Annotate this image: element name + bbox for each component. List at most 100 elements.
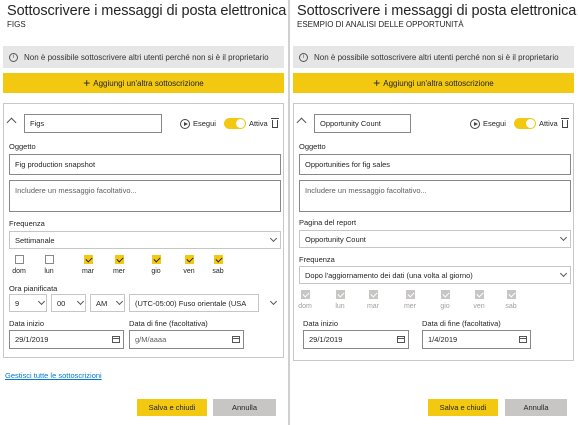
day-label: dom bbox=[298, 303, 312, 310]
subject-label: Oggetto bbox=[9, 142, 36, 151]
day-wednesday: mer bbox=[395, 290, 425, 310]
day-label: mar bbox=[81, 268, 95, 275]
add-subscription-button[interactable]: + Aggiungi un'altra sottoscrizione bbox=[3, 73, 284, 93]
cancel-button[interactable]: Annulla bbox=[213, 399, 276, 416]
day-checkbox[interactable] bbox=[151, 255, 161, 264]
day-friday: ven bbox=[464, 290, 494, 310]
run-now-button[interactable]: Esegui bbox=[193, 119, 216, 128]
end-date-placeholder: g/M/aaaa bbox=[135, 335, 167, 344]
day-checkbox[interactable] bbox=[184, 255, 194, 264]
day-label: mer bbox=[403, 303, 417, 310]
day-sunday: dom bbox=[290, 290, 320, 310]
day-label: lun bbox=[44, 268, 54, 275]
frequency-label: Frequenza bbox=[299, 255, 335, 264]
subscribe-panel-opportunity: Sottoscrivere i messaggi di posta elettr… bbox=[290, 0, 578, 425]
plus-icon: + bbox=[83, 76, 91, 90]
calendar-icon[interactable] bbox=[112, 336, 120, 343]
day-label: gio bbox=[440, 303, 450, 310]
day-checkbox bbox=[368, 290, 378, 299]
day-monday: lun bbox=[325, 290, 355, 310]
report-page-label: Pagina del report bbox=[299, 218, 357, 227]
day-monday[interactable]: lun bbox=[34, 255, 64, 275]
scheduled-time-label: Ora pianificata bbox=[9, 284, 58, 293]
message-textarea[interactable]: Includere un messaggio facoltativo... bbox=[299, 180, 571, 212]
day-saturday[interactable]: sab bbox=[203, 255, 233, 275]
day-checkbox[interactable] bbox=[14, 255, 24, 264]
info-icon: i bbox=[9, 52, 18, 62]
day-checkbox bbox=[300, 290, 310, 299]
day-thursday[interactable]: gio bbox=[141, 255, 171, 275]
day-checkbox bbox=[405, 290, 415, 299]
subject-input[interactable]: Opportunities for fig sales bbox=[299, 154, 571, 175]
day-friday[interactable]: ven bbox=[174, 255, 204, 275]
message-textarea[interactable]: Includere un messaggio facoltativo... bbox=[9, 180, 281, 212]
run-group: Esegui Attiva bbox=[470, 117, 569, 129]
panel-title: Sottoscrivere i messaggi di posta elettr… bbox=[297, 3, 577, 19]
add-subscription-label: Aggiungi un'altra sottoscrizione bbox=[383, 78, 494, 88]
info-banner-text: Non è possibile sottoscrivere altri uten… bbox=[24, 52, 269, 62]
day-saturday: sab bbox=[496, 290, 526, 310]
active-toggle[interactable] bbox=[223, 118, 246, 129]
subject-label: Oggetto bbox=[299, 142, 326, 151]
calendar-icon[interactable] bbox=[232, 336, 240, 343]
calendar-icon[interactable] bbox=[519, 336, 527, 343]
run-now-button[interactable]: Esegui bbox=[483, 119, 506, 128]
day-wednesday[interactable]: mer bbox=[104, 255, 134, 275]
day-thursday: gio bbox=[430, 290, 460, 310]
start-date-label: Data inizio bbox=[303, 319, 339, 328]
day-checkbox[interactable] bbox=[213, 255, 223, 264]
day-checkbox bbox=[506, 290, 516, 299]
day-label: dom bbox=[12, 268, 26, 275]
day-checkbox bbox=[474, 290, 484, 299]
message-placeholder: Includere un messaggio facoltativo... bbox=[305, 186, 427, 195]
frequency-select[interactable]: Dopo l'aggiornamento dei dati (una volta… bbox=[299, 266, 571, 284]
start-date-input[interactable]: 29/1/2019 bbox=[303, 330, 409, 349]
active-label: Attiva bbox=[248, 119, 268, 128]
active-toggle[interactable] bbox=[513, 118, 536, 129]
info-banner: i Non è possibile sottoscrivere altri ut… bbox=[3, 46, 284, 68]
day-label: sab bbox=[212, 268, 224, 275]
subscription-name-input[interactable]: Opportunity Count bbox=[314, 114, 411, 133]
end-date-label: Data di fine (facoltativa) bbox=[422, 319, 501, 328]
day-checkbox[interactable] bbox=[83, 255, 93, 264]
plus-icon: + bbox=[373, 76, 381, 90]
subscription-name-input[interactable]: Figs bbox=[24, 114, 162, 133]
calendar-icon[interactable] bbox=[397, 336, 405, 343]
panel-title: Sottoscrivere i messaggi di posta elettr… bbox=[7, 3, 287, 19]
end-date-label: Data di fine (facoltativa) bbox=[129, 319, 208, 328]
report-page-select[interactable]: Opportunity Count bbox=[299, 230, 571, 248]
day-label: gio bbox=[151, 268, 161, 275]
frequency-label: Frequenza bbox=[9, 219, 45, 228]
day-checkbox bbox=[440, 290, 450, 299]
frequency-select[interactable]: Settimanale bbox=[9, 231, 281, 249]
trash-icon[interactable] bbox=[270, 117, 279, 128]
panel-subtitle: FIGS bbox=[7, 20, 26, 29]
active-label: Attiva bbox=[538, 119, 558, 128]
manage-subscriptions-link[interactable]: Gestisci tutte le sottoscrizioni bbox=[5, 371, 102, 380]
add-subscription-button[interactable]: + Aggiungi un'altra sottoscrizione bbox=[293, 73, 574, 93]
day-tuesday: mar bbox=[358, 290, 388, 310]
trash-icon[interactable] bbox=[560, 117, 569, 128]
save-close-button[interactable]: Salva e chiudi bbox=[137, 399, 207, 416]
day-tuesday[interactable]: mar bbox=[73, 255, 103, 275]
panel-subtitle: ESEMPIO DI ANALISI DELLE OPPORTUNITÀ bbox=[297, 20, 464, 29]
start-date-input[interactable]: 29/1/2019 bbox=[9, 330, 124, 349]
day-checkbox bbox=[335, 290, 345, 299]
end-date-input[interactable]: g/M/aaaa bbox=[129, 330, 244, 349]
save-close-button[interactable]: Salva e chiudi bbox=[428, 399, 498, 416]
day-label: mer bbox=[112, 268, 126, 275]
info-banner: i Non è possibile sottoscrivere altri ut… bbox=[293, 46, 574, 68]
day-checkbox[interactable] bbox=[44, 255, 54, 264]
day-checkbox[interactable] bbox=[114, 255, 124, 264]
play-icon[interactable] bbox=[180, 118, 190, 129]
cancel-button[interactable]: Annulla bbox=[505, 399, 567, 416]
day-label: sab bbox=[505, 303, 517, 310]
end-date-input[interactable]: 1/4/2019 bbox=[422, 330, 531, 349]
timezone-select[interactable]: (UTC-05:00) Fuso orientale (USA bbox=[129, 294, 259, 312]
play-icon[interactable] bbox=[470, 118, 480, 129]
info-icon: i bbox=[299, 52, 308, 62]
message-placeholder: Includere un messaggio facoltativo... bbox=[15, 186, 137, 195]
day-sunday[interactable]: dom bbox=[4, 255, 34, 275]
info-banner-text: Non è possibile sottoscrivere altri uten… bbox=[314, 52, 559, 62]
subject-input[interactable]: Fig production snapshot bbox=[9, 154, 281, 175]
